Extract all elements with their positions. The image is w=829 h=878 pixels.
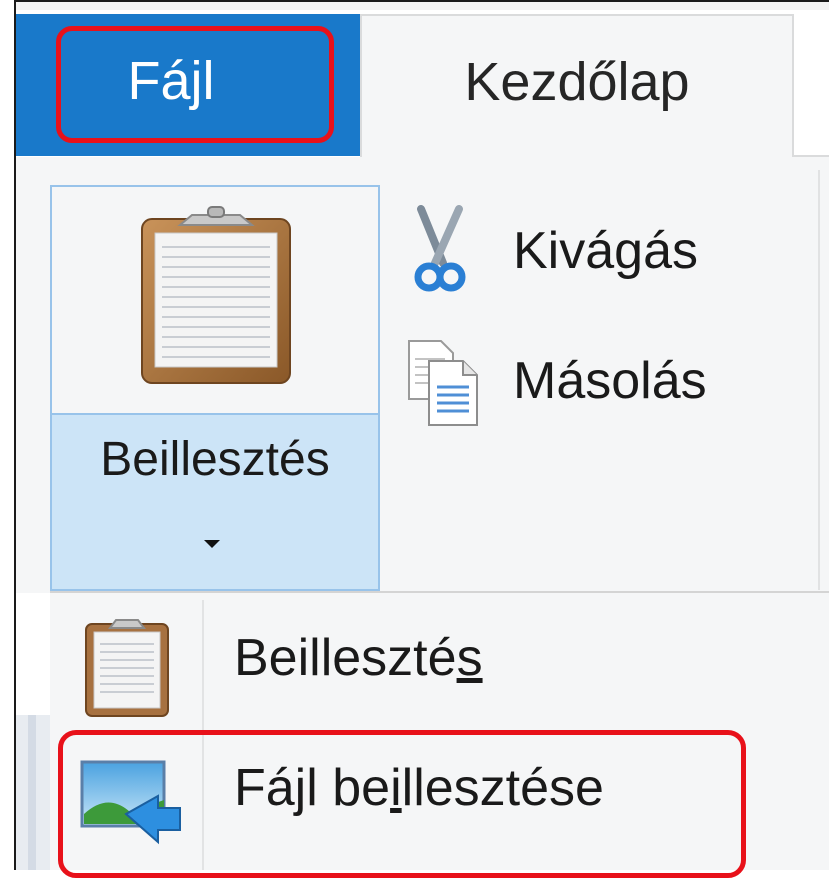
paste-label: Beillesztés (100, 433, 330, 486)
highlight-paste-from (58, 730, 746, 878)
scissors-icon (414, 205, 466, 292)
menu-item-paste[interactable]: Beillesztés (52, 600, 829, 720)
menu-item-paste-text: Beilleszté (234, 629, 457, 687)
cut-label: Kivágás (513, 222, 698, 280)
menu-item-paste-access-key: s (456, 629, 483, 687)
chevron-down-icon (204, 540, 220, 548)
menu-item-paste-label: Beillesztés (234, 628, 483, 688)
copy-label: Másolás (513, 352, 707, 410)
tab-home[interactable]: Kezdőlap (360, 14, 794, 156)
clipboard-icon (85, 619, 169, 717)
paste-button[interactable] (52, 187, 378, 413)
window-frame-top (14, 0, 829, 10)
tab-home-label: Kezdőlap (464, 52, 690, 112)
ribbon-group-separator (818, 170, 820, 590)
highlight-file-tab (56, 26, 334, 143)
copy-button[interactable]: Másolás (405, 335, 785, 427)
clipboard-icon (141, 206, 291, 384)
cut-button[interactable]: Kivágás (405, 205, 785, 297)
menu-backdrop-edge (28, 715, 36, 870)
copy-icon (408, 340, 478, 426)
